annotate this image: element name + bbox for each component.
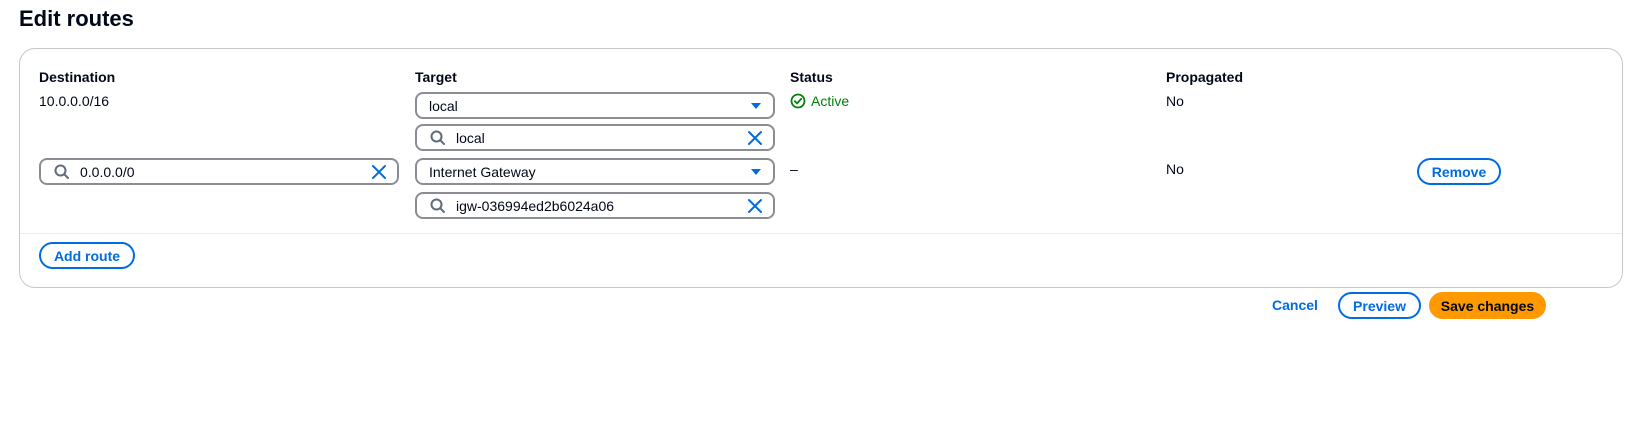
cancel-button[interactable]: Cancel: [1272, 297, 1318, 313]
divider: [20, 233, 1622, 234]
page-title: Edit routes: [19, 6, 134, 31]
route-2-target-search[interactable]: igw-036994ed2b6024a06: [415, 192, 775, 219]
save-changes-button[interactable]: Save changes: [1429, 292, 1546, 319]
route-2-status: –: [790, 161, 798, 177]
clear-icon[interactable]: [747, 130, 763, 146]
clear-icon[interactable]: [747, 198, 763, 214]
column-header-propagated: Propagated: [1166, 69, 1244, 85]
route-1-target-type: local: [429, 97, 458, 114]
route-1-status: Active: [790, 93, 849, 109]
route-1-propagated: No: [1166, 93, 1184, 109]
search-icon: [429, 197, 447, 215]
routes-panel: Destination Target Status Propagated 10.…: [19, 48, 1623, 288]
search-icon: [53, 163, 71, 181]
column-header-status: Status: [790, 69, 833, 85]
route-1-status-label: Active: [811, 93, 850, 109]
route-2-target-value: igw-036994ed2b6024a06: [456, 197, 615, 214]
caret-down-icon: [749, 165, 763, 179]
route-1-target-value: local: [456, 129, 485, 146]
column-header-target: Target: [415, 69, 457, 85]
route-2-target-type: Internet Gateway: [429, 163, 536, 180]
search-icon: [429, 129, 447, 147]
route-1-destination: 10.0.0.0/16: [39, 93, 110, 109]
route-2-propagated: No: [1166, 161, 1184, 177]
route-1-target-select[interactable]: local: [415, 92, 775, 119]
route-2-destination-input[interactable]: 0.0.0.0/0: [39, 158, 399, 185]
caret-down-icon: [749, 99, 763, 113]
remove-route-button[interactable]: Remove: [1417, 158, 1501, 185]
route-2-destination: 0.0.0.0/0: [80, 163, 135, 180]
column-header-destination: Destination: [39, 69, 116, 85]
route-2-target-select[interactable]: Internet Gateway: [415, 158, 775, 185]
clear-icon[interactable]: [371, 164, 387, 180]
check-circle-icon: [790, 93, 806, 109]
route-1-target-search[interactable]: local: [415, 124, 775, 151]
preview-button[interactable]: Preview: [1338, 292, 1421, 319]
add-route-button[interactable]: Add route: [39, 242, 135, 269]
